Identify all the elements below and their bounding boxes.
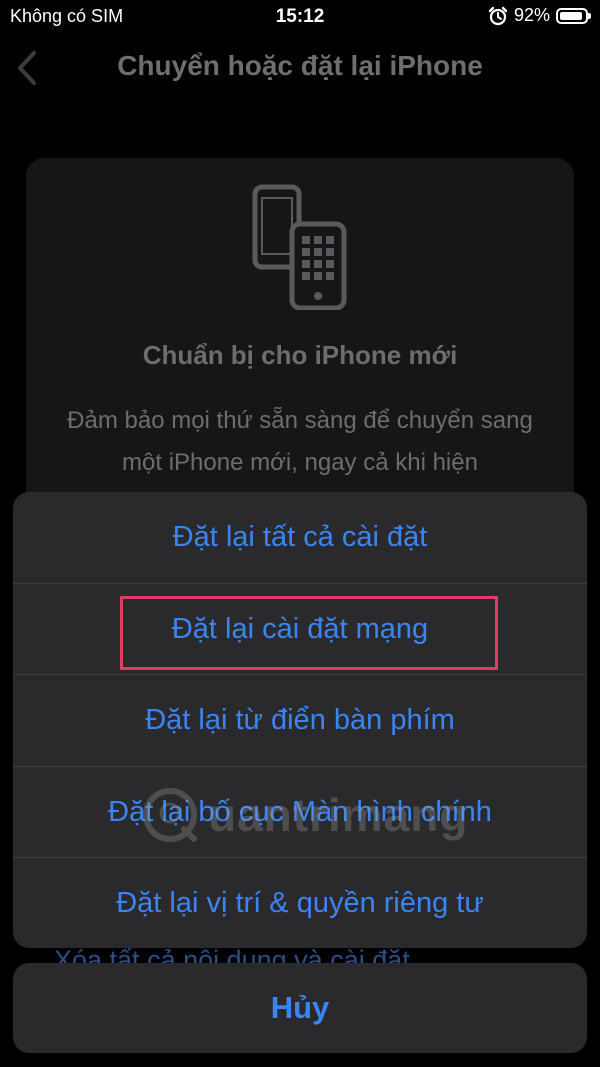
watermark: uantrimang	[140, 770, 490, 860]
battery-fill	[560, 11, 583, 20]
navigation-bar: Chuyển hoặc đặt lại iPhone	[0, 40, 600, 94]
reset-action-sheet: Đặt lại tất cả cài đặt Đặt lại cài đặt m…	[13, 492, 587, 948]
reset-keyboard-dictionary-button[interactable]: Đặt lại từ điển bàn phím	[13, 674, 587, 765]
watermark-logo-icon	[143, 788, 197, 842]
cancel-button[interactable]: Hủy	[13, 963, 587, 1053]
reset-location-privacy-button[interactable]: Đặt lại vị trí & quyền riêng tư	[13, 857, 587, 948]
battery-icon	[556, 7, 591, 24]
status-bar: Không có SIM 15:12 92%	[0, 0, 600, 34]
highlight-box	[120, 596, 498, 670]
alarm-icon	[488, 6, 508, 25]
card-title: Chuẩn bị cho iPhone mới	[142, 340, 458, 370]
card-description: Đảm bảo mọi thứ sẵn sàng để chuyển sang …	[67, 407, 533, 476]
phones-transfer-icon	[252, 184, 347, 310]
battery-percent: 92%	[513, 5, 550, 25]
page-title: Chuyển hoặc đặt lại iPhone	[117, 50, 483, 81]
watermark-text: uantrimang	[208, 789, 469, 841]
status-right: 92%	[488, 5, 591, 26]
reset-all-settings-button[interactable]: Đặt lại tất cả cài đặt	[13, 492, 587, 583]
